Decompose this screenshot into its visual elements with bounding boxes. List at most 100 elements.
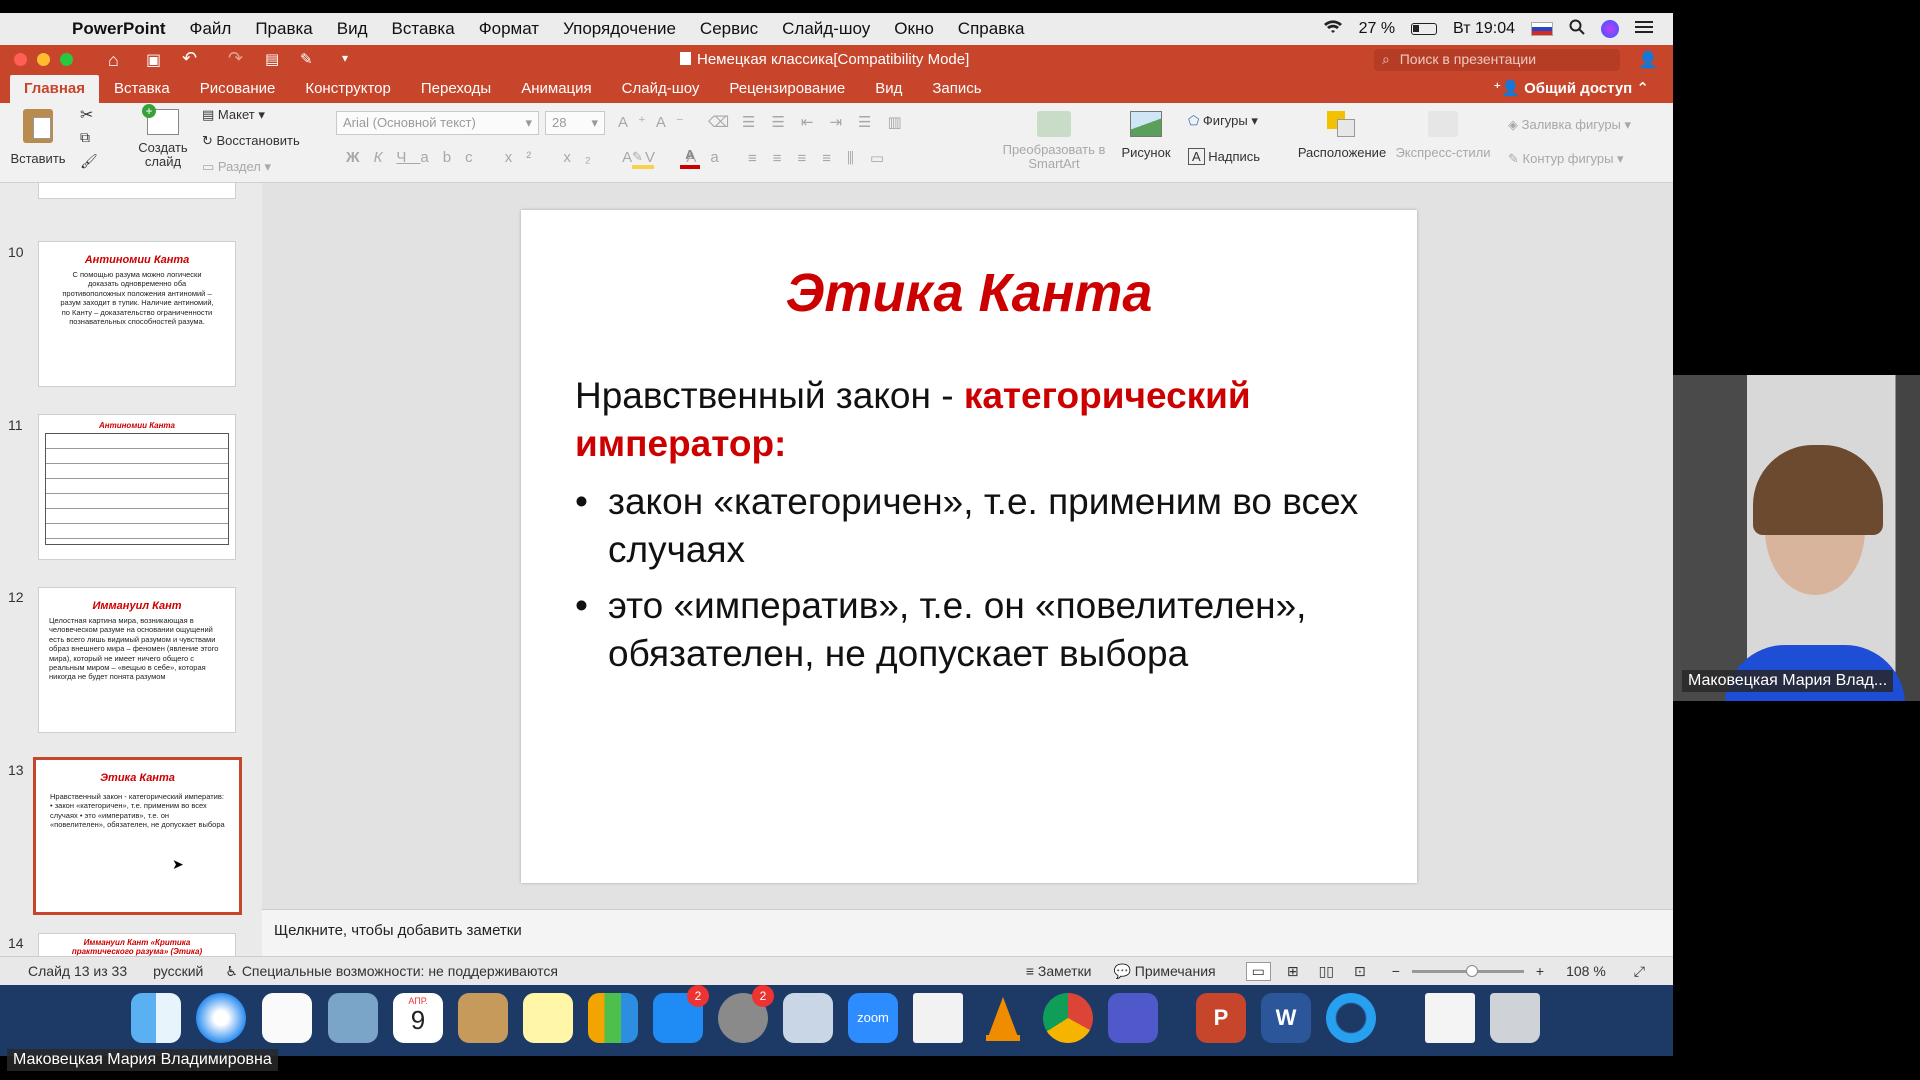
home-icon[interactable]: ⌂ [108, 50, 119, 71]
trash-icon[interactable] [1490, 993, 1540, 1043]
format-painter-icon[interactable]: 🖌 [80, 153, 98, 170]
reminders-icon[interactable] [262, 993, 312, 1043]
document-app-icon[interactable] [913, 993, 963, 1043]
slide-thumbnail-10[interactable]: Антиномии Канта С помощью разума можно л… [38, 241, 236, 387]
font-color-icon[interactable]: A [680, 147, 700, 169]
siri-icon[interactable] [1601, 20, 1619, 38]
slide-sorter-icon[interactable]: ⊞ [1287, 963, 1299, 980]
menu-arrange[interactable]: Упорядочение [551, 19, 688, 39]
tab-slideshow[interactable]: Слайд-шоу [607, 80, 715, 103]
edit-quick-icon[interactable]: ✎ [300, 50, 313, 68]
font-family-select[interactable]: Arial (Основной текст) ▾ [336, 111, 539, 135]
slide-thumbnail-13-selected[interactable]: Этика Канта Нравственный закон - категор… [33, 757, 242, 915]
slide-thumbnail-9[interactable] [38, 183, 236, 199]
shape-outline-button[interactable]: ✎ Контур фигуры ▾ [1508, 151, 1624, 167]
tab-animations[interactable]: Анимация [506, 80, 606, 103]
control-center-icon[interactable] [1635, 20, 1653, 39]
new-slide-button[interactable]: + Создать слайд [134, 104, 192, 169]
menu-app-name[interactable]: PowerPoint [60, 19, 178, 39]
quicktime-icon[interactable] [1326, 993, 1376, 1043]
menu-help[interactable]: Справка [946, 19, 1037, 39]
redo-icon[interactable]: ↷ [228, 48, 243, 69]
close-window-icon[interactable] [14, 53, 27, 66]
app-store-icon[interactable]: 2 [653, 985, 709, 1043]
safari-icon[interactable] [196, 993, 246, 1043]
menu-edit[interactable]: Правка [243, 19, 324, 39]
fit-to-window-icon[interactable]: ⤢ [1634, 963, 1645, 980]
undo-icon[interactable]: ↶ [182, 48, 197, 69]
align-icons[interactable]: ≡≡≡≡⫼▭ [748, 149, 900, 167]
shapes-button[interactable]: ⬠ Фигуры ▾ [1188, 113, 1258, 129]
slide-thumbnails-pane[interactable]: 10 Антиномии Канта С помощью разума можн… [0, 183, 262, 956]
minimize-window-icon[interactable] [37, 53, 50, 66]
flag-icon[interactable] [1531, 22, 1553, 36]
tab-record[interactable]: Запись [917, 80, 996, 103]
text-format-icons[interactable]: ЖКЧabc x² x₂ AV Aa [346, 149, 733, 166]
slideshow-view-icon[interactable]: ⊡ [1354, 963, 1366, 980]
section-button[interactable]: ▭ Раздел ▾ [202, 159, 271, 175]
menu-file[interactable]: Файл [178, 19, 244, 39]
copy-icon[interactable]: ⧉ [80, 129, 90, 146]
quick-styles-button[interactable]: Экспресс-стили [1392, 111, 1494, 160]
zoom-slider-thumb[interactable] [1465, 964, 1478, 977]
tab-review[interactable]: Рецензирование [714, 80, 860, 103]
battery-icon[interactable] [1411, 23, 1438, 35]
zoom-slider[interactable] [1411, 964, 1524, 977]
slide-title[interactable]: Этика Канта [521, 262, 1417, 324]
system-preferences-icon[interactable]: 2 [718, 985, 774, 1043]
finder-icon[interactable] [131, 993, 181, 1043]
tab-home[interactable]: Главная [10, 75, 100, 103]
slide-body[interactable]: Нравственный закон - категорический импе… [575, 372, 1375, 678]
preview-icon[interactable] [328, 993, 378, 1043]
tab-transitions[interactable]: Переходы [406, 80, 506, 103]
font-size-select[interactable]: 28 ▾ [545, 111, 605, 135]
menu-slideshow[interactable]: Слайд-шоу [770, 19, 882, 39]
contacts-icon[interactable] [458, 993, 508, 1043]
menu-view[interactable]: Вид [325, 19, 380, 39]
word-icon[interactable]: W [1261, 993, 1311, 1043]
paste-button[interactable]: Вставить [8, 109, 68, 166]
powerpoint-icon[interactable]: P [1196, 993, 1246, 1043]
search-presentation[interactable]: ⌕ Поиск в презентации [1374, 49, 1620, 71]
menu-tools[interactable]: Сервис [688, 19, 770, 39]
textbox-button[interactable]: A Надпись [1188, 148, 1260, 165]
language-status[interactable]: русский [153, 963, 203, 979]
save-icon[interactable]: ▣ [146, 50, 161, 70]
numbers-icon[interactable] [588, 993, 638, 1043]
accessibility-status[interactable]: ♿ Специальные возможности: не поддержива… [225, 963, 558, 980]
vlc-icon[interactable] [978, 993, 1028, 1043]
calendar-icon[interactable]: АПР. 9 [393, 993, 443, 1043]
reset-button[interactable]: ↻ Восстановить [202, 133, 300, 149]
menu-insert[interactable]: Вставка [380, 19, 467, 39]
spotlight-icon[interactable] [1569, 19, 1585, 40]
zoom-window-icon[interactable] [60, 53, 73, 66]
zoom-out-icon[interactable]: − [1392, 963, 1400, 979]
highlight-icon[interactable]: ✎ [632, 149, 654, 169]
wifi-icon[interactable] [1323, 19, 1343, 40]
picture-button[interactable]: Рисунок [1118, 111, 1174, 160]
comments-toggle[interactable]: 💬 Примечания [1113, 963, 1215, 980]
tab-view[interactable]: Вид [860, 80, 917, 103]
list-icons[interactable]: ☰☰⇤⇥☰▥ [742, 113, 918, 131]
menu-format[interactable]: Формат [467, 19, 551, 39]
zoom-app-icon[interactable]: zoom [848, 993, 898, 1043]
document-file-icon[interactable] [1425, 993, 1475, 1043]
tab-insert[interactable]: Вставка [99, 80, 185, 103]
customize-toolbar-icon[interactable]: ▾ [342, 51, 348, 65]
tab-draw[interactable]: Рисование [185, 80, 291, 103]
normal-view-icon[interactable]: ▭ [1245, 961, 1271, 981]
image-capture-icon[interactable] [783, 993, 833, 1043]
slide-thumbnail-12[interactable]: Иммануил Кант Целостная картина мира, во… [38, 587, 236, 733]
cut-icon[interactable]: ✂ [80, 105, 93, 125]
arrange-button[interactable]: Расположение [1294, 111, 1390, 160]
menu-window[interactable]: Окно [882, 19, 946, 39]
smartart-button[interactable]: Преобразовать в SmartArt [1000, 111, 1108, 171]
user-icon[interactable]: 👤 [1638, 50, 1658, 70]
slideshow-quick-icon[interactable]: ▤ [265, 50, 279, 68]
clock[interactable]: Вт 19:04 [1453, 20, 1515, 38]
font-size-adjust-icons[interactable]: A⁺A⁻ ⌫ [618, 113, 739, 131]
teams-icon[interactable] [1108, 993, 1158, 1043]
slide-thumbnail-14[interactable]: Иммануил Кант «Критика практического раз… [38, 933, 236, 956]
notes-pane[interactable]: Щелкните, чтобы добавить заметки [262, 909, 1673, 956]
notes-app-icon[interactable] [523, 993, 573, 1043]
